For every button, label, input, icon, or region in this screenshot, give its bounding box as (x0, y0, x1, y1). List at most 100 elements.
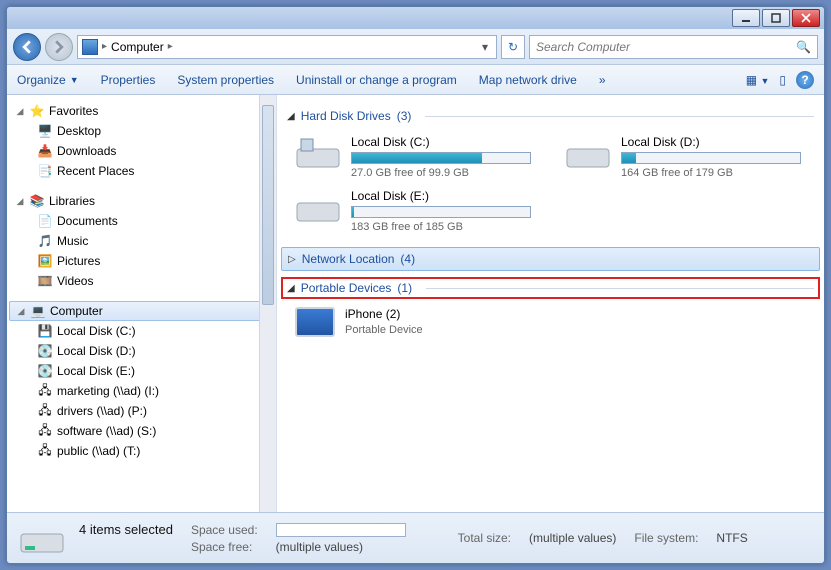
titlebar (7, 7, 824, 29)
tree-net-marketing[interactable]: 🖧marketing (\\ad) (I:) (9, 381, 276, 401)
total-size-value: (multiple values) (529, 531, 616, 545)
drive-name: Local Disk (E:) (351, 189, 535, 203)
drive-icon (19, 520, 65, 556)
drive-icon: 💽 (37, 343, 53, 359)
breadcrumb-dropdown[interactable]: ▾ (478, 40, 492, 54)
drive-icon (295, 135, 341, 171)
collapse-icon: ◢ (287, 111, 295, 122)
command-toolbar: Organize▼ Properties System properties U… (7, 65, 824, 95)
search-icon: 🔍 (796, 40, 811, 54)
library-icon: 📚 (29, 193, 45, 209)
maximize-button[interactable] (762, 9, 790, 27)
scroll-thumb[interactable] (262, 105, 274, 305)
drive-d[interactable]: Local Disk (D:) 164 GB free of 179 GB (565, 135, 805, 179)
status-bar: 4 items selected Space used: Space free:… (7, 513, 824, 563)
properties-button[interactable]: Properties (101, 73, 156, 87)
forward-button[interactable] (45, 33, 73, 61)
network-drive-icon: 🖧 (37, 423, 53, 439)
tree-local-c[interactable]: 💾Local Disk (C:) (9, 321, 276, 341)
tree-recent-places[interactable]: 📑Recent Places (9, 161, 276, 181)
explorer-window: ▸ Computer ▸ ▾ ↻ Search Computer 🔍 Organ… (6, 6, 825, 564)
drive-icon: 💽 (37, 363, 53, 379)
map-network-drive-button[interactable]: Map network drive (479, 73, 577, 87)
tree-downloads[interactable]: 📥Downloads (9, 141, 276, 161)
tree-local-d[interactable]: 💽Local Disk (D:) (9, 341, 276, 361)
usage-bar (351, 152, 531, 164)
space-free-label: Space free: (191, 540, 258, 554)
download-icon: 📥 (37, 143, 53, 159)
document-icon: 📄 (37, 213, 53, 229)
device-iphone[interactable]: iPhone (2) Portable Device (281, 299, 820, 337)
tree-pictures[interactable]: 🖼️Pictures (9, 251, 276, 271)
drive-c[interactable]: Local Disk (C:) 27.0 GB free of 99.9 GB (295, 135, 535, 179)
expand-icon: ▷ (288, 254, 296, 265)
selection-count: 4 items selected (79, 522, 173, 537)
tree-net-software[interactable]: 🖧software (\\ad) (S:) (9, 421, 276, 441)
filesystem-value: NTFS (716, 531, 747, 545)
network-drive-icon: 🖧 (37, 403, 53, 419)
network-drive-icon: 🖧 (37, 383, 53, 399)
help-button[interactable]: ? (796, 71, 814, 89)
drive-e[interactable]: Local Disk (E:) 183 GB free of 185 GB (295, 189, 535, 233)
breadcrumb-item[interactable]: Computer (111, 40, 164, 54)
tree-computer[interactable]: ◢💻Computer (9, 301, 276, 321)
tree-net-drivers[interactable]: 🖧drivers (\\ad) (P:) (9, 401, 276, 421)
refresh-button[interactable]: ↻ (501, 35, 525, 59)
minimize-button[interactable] (732, 9, 760, 27)
filesystem-label: File system: (634, 531, 698, 545)
computer-icon (82, 39, 98, 55)
tree-net-public[interactable]: 🖧public (\\ad) (T:) (9, 441, 276, 461)
close-button[interactable] (792, 9, 820, 27)
video-icon: 🎞️ (37, 273, 53, 289)
music-icon: 🎵 (37, 233, 53, 249)
address-bar: ▸ Computer ▸ ▾ ↻ Search Computer 🔍 (7, 29, 824, 65)
chevron-right-icon[interactable]: ▸ (102, 41, 107, 52)
group-network[interactable]: ▷ Network Location (4) (281, 247, 820, 271)
uninstall-program-button[interactable]: Uninstall or change a program (296, 73, 457, 87)
tree-local-e[interactable]: 💽Local Disk (E:) (9, 361, 276, 381)
space-used-value (276, 523, 406, 537)
device-name: iPhone (2) (345, 307, 820, 321)
group-hdd[interactable]: ◢ Hard Disk Drives (3) (281, 105, 820, 127)
drive-free: 183 GB free of 185 GB (351, 221, 535, 233)
drive-free: 27.0 GB free of 99.9 GB (351, 167, 535, 179)
search-placeholder: Search Computer (536, 40, 630, 54)
content-pane: ◢ Hard Disk Drives (3) Local Disk (C:) 2… (277, 95, 824, 512)
system-properties-button[interactable]: System properties (177, 73, 274, 87)
tree-libraries[interactable]: ◢📚Libraries (9, 191, 276, 211)
drive-icon (295, 189, 341, 225)
search-input[interactable]: Search Computer 🔍 (529, 35, 818, 59)
drive-free: 164 GB free of 179 GB (621, 167, 805, 179)
star-icon: ⭐ (29, 103, 45, 119)
back-button[interactable] (13, 33, 41, 61)
toolbar-overflow[interactable]: » (599, 73, 606, 87)
tree-music[interactable]: 🎵Music (9, 231, 276, 251)
preview-pane-button[interactable]: ▯ (779, 73, 786, 87)
drive-icon: 💾 (37, 323, 53, 339)
picture-icon: 🖼️ (37, 253, 53, 269)
tree-scrollbar[interactable] (259, 95, 276, 512)
tree-documents[interactable]: 📄Documents (9, 211, 276, 231)
drive-icon (565, 135, 611, 171)
navigation-tree: ◢⭐Favorites 🖥️Desktop 📥Downloads 📑Recent… (7, 95, 277, 512)
usage-bar (621, 152, 801, 164)
tree-favorites[interactable]: ◢⭐Favorites (9, 101, 276, 121)
tree-videos[interactable]: 🎞️Videos (9, 271, 276, 291)
total-size-label: Total size: (458, 531, 511, 545)
recent-icon: 📑 (37, 163, 53, 179)
device-icon (295, 307, 335, 337)
space-used-label: Space used: (191, 523, 258, 537)
organize-menu[interactable]: Organize▼ (17, 73, 79, 87)
view-options-button[interactable]: ▦ ▼ (746, 73, 770, 87)
space-free-value: (multiple values) (276, 540, 406, 554)
usage-bar (351, 206, 531, 218)
chevron-right-icon[interactable]: ▸ (168, 41, 173, 52)
collapse-icon: ◢ (287, 283, 295, 294)
drive-name: Local Disk (D:) (621, 135, 805, 149)
group-portable[interactable]: ◢ Portable Devices (1) (281, 277, 820, 299)
drive-name: Local Disk (C:) (351, 135, 535, 149)
desktop-icon: 🖥️ (37, 123, 53, 139)
network-drive-icon: 🖧 (37, 443, 53, 459)
tree-desktop[interactable]: 🖥️Desktop (9, 121, 276, 141)
breadcrumb[interactable]: ▸ Computer ▸ ▾ (77, 35, 497, 59)
